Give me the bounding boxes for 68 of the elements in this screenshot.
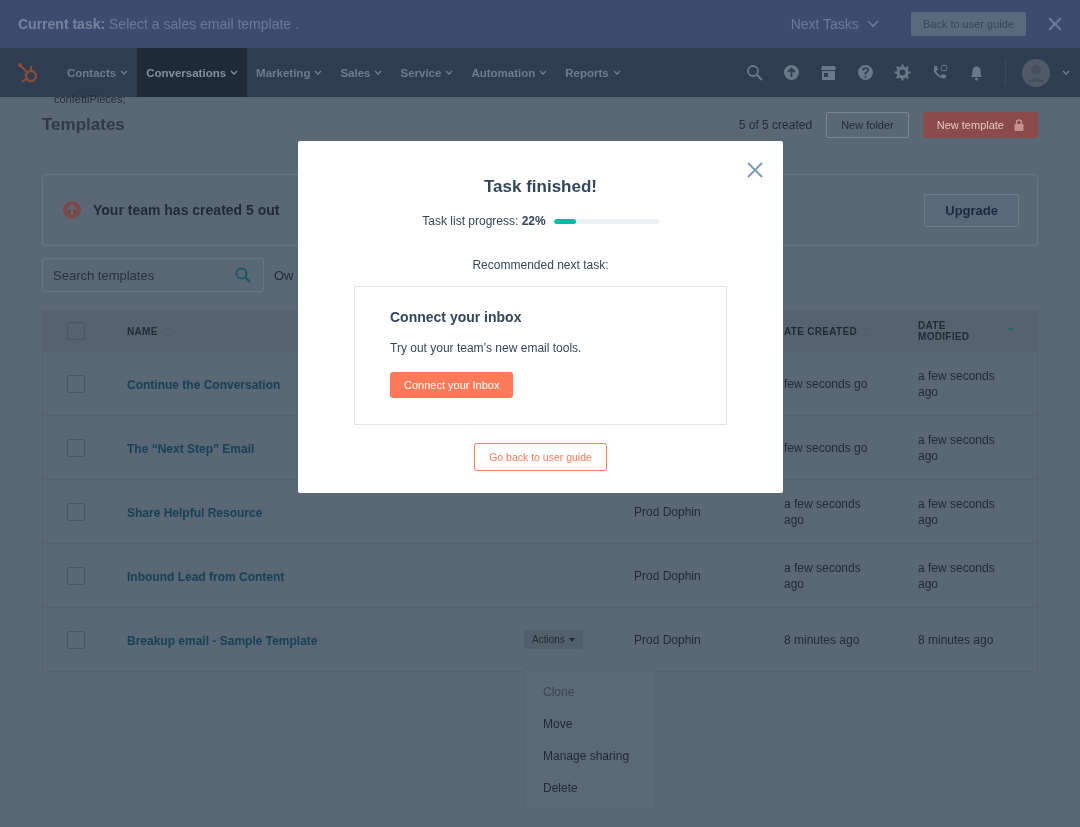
menu-item[interactable]: Move bbox=[525, 708, 655, 740]
actions-dropdown-button[interactable]: Actions bbox=[524, 630, 583, 649]
caret-icon bbox=[539, 70, 548, 75]
upload-icon[interactable] bbox=[783, 64, 800, 81]
caret-icon bbox=[866, 20, 879, 28]
menu-item[interactable]: Delete bbox=[525, 772, 655, 804]
recommended-label: Recommended next task: bbox=[472, 258, 609, 272]
lock-icon bbox=[1014, 119, 1024, 131]
date-modified: a few seconds ago bbox=[918, 495, 996, 528]
search-icon bbox=[235, 267, 251, 283]
settings-icon[interactable] bbox=[894, 64, 911, 81]
date-modified: a few seconds ago bbox=[918, 431, 996, 464]
dialog-title: Task finished! bbox=[483, 177, 597, 197]
nav-menu-item[interactable]: Reports bbox=[556, 48, 630, 97]
template-name-link[interactable]: The “Next Step” Email bbox=[127, 441, 255, 456]
search-icon[interactable] bbox=[746, 64, 763, 81]
nav-menu-item[interactable]: Conversations bbox=[137, 48, 248, 97]
template-count: 5 of 5 created bbox=[738, 118, 813, 132]
caret-icon bbox=[374, 70, 383, 75]
new-folder-button[interactable]: New folder bbox=[826, 112, 909, 138]
avatar-icon[interactable] bbox=[1022, 58, 1050, 87]
nav-menu-item[interactable]: Sales bbox=[331, 48, 392, 97]
bell-icon[interactable] bbox=[968, 64, 985, 81]
date-created: a few seconds ago bbox=[784, 559, 862, 592]
template-name-link[interactable]: Breakup email - Sample Template bbox=[127, 633, 318, 648]
card-description: Try out your team’s new email tools. bbox=[390, 341, 582, 355]
caret-icon bbox=[314, 70, 323, 75]
caret-icon bbox=[612, 70, 621, 75]
new-template-button[interactable]: New template bbox=[922, 112, 1038, 138]
store-icon[interactable] bbox=[820, 64, 837, 81]
banner-text: Your team has created 5 out bbox=[93, 202, 280, 218]
caret-icon bbox=[230, 70, 239, 75]
nav-menu-item[interactable]: Marketing bbox=[247, 48, 332, 97]
caret-icon bbox=[120, 70, 129, 75]
menu-item[interactable]: Manage sharing bbox=[525, 740, 655, 772]
date-modified: a few seconds ago bbox=[918, 559, 996, 592]
owner-name: Prod Dophin bbox=[634, 567, 702, 584]
date-created: a few seconds ago bbox=[784, 495, 862, 528]
date-created: 8 minutes ago bbox=[784, 631, 861, 648]
caret-icon bbox=[445, 70, 454, 75]
date-modified: a few seconds ago bbox=[918, 367, 996, 400]
column-header[interactable]: ATE CREATED bbox=[784, 325, 918, 337]
nav-menu-item[interactable]: Automation bbox=[462, 48, 557, 97]
template-name-link[interactable]: Continue the Conversation bbox=[127, 377, 281, 392]
sprocket-logo-icon[interactable] bbox=[16, 60, 40, 85]
template-name-link[interactable]: Share Helpful Resource bbox=[127, 505, 263, 520]
help-icon[interactable] bbox=[857, 64, 874, 81]
nav-menu-item[interactable]: Service bbox=[391, 48, 463, 97]
phone-icon[interactable] bbox=[931, 64, 948, 81]
owner-name: Prod Dophin bbox=[634, 503, 702, 520]
connect-inbox-button[interactable]: Connect your Inbox bbox=[390, 372, 514, 398]
progress-label: Task list progress: 22% bbox=[422, 214, 546, 228]
caret-icon bbox=[568, 637, 575, 642]
back-to-guide-button[interactable]: Go back to user guide bbox=[474, 443, 607, 471]
column-header[interactable]: DATE MODIFIED bbox=[918, 320, 1037, 342]
template-name-link[interactable]: Inbound Lead from Content bbox=[127, 569, 285, 584]
caret-icon[interactable] bbox=[1062, 70, 1070, 75]
column-header[interactable]: NAME bbox=[127, 325, 524, 337]
date-modified: 8 minutes ago bbox=[918, 631, 995, 648]
close-icon[interactable] bbox=[1048, 17, 1062, 31]
close-icon[interactable] bbox=[747, 162, 763, 178]
card-title: Connect your inbox bbox=[390, 309, 522, 325]
date-created: few seconds go bbox=[784, 439, 869, 456]
search-field[interactable]: Search templates bbox=[42, 258, 264, 292]
date-created: few seconds go bbox=[784, 375, 869, 392]
upgrade-button[interactable]: Upgrade bbox=[924, 193, 1019, 227]
owner-name: Prod Dophin bbox=[634, 631, 702, 648]
owner-filter[interactable]: Ow bbox=[274, 267, 294, 283]
